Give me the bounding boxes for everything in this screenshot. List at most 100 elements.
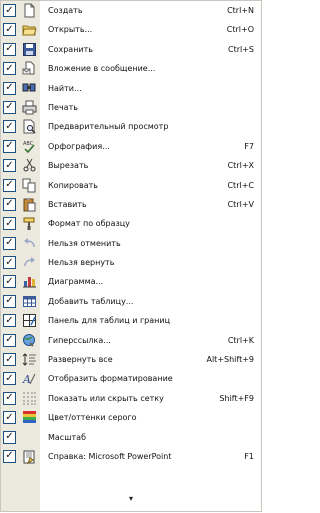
menu-item-checkbox[interactable]: ✓ — [3, 294, 16, 308]
menu-item-label: Цвет/оттенки серого — [48, 413, 137, 423]
menu-item-checkbox[interactable]: ✓ — [3, 256, 16, 270]
paste-icon — [22, 197, 37, 212]
menu-item-shortcut: F7 — [244, 141, 254, 151]
menu-item-label: Диаграмма... — [48, 277, 104, 287]
menu-item-checkbox[interactable]: ✓ — [3, 275, 16, 289]
menu-item-shortcut: Shift+F9 — [219, 393, 254, 403]
menu-item-label: Создать — [48, 6, 83, 15]
menu-item[interactable]: ✓ Диаграмма... — [1, 272, 261, 291]
menu-item[interactable]: ✓ Нельзя отменить — [1, 234, 261, 253]
tables-borders-icon — [22, 313, 37, 328]
menu-item-label: Развернуть все — [48, 355, 113, 365]
menu-item[interactable]: ✓ Создать Ctrl+N — [1, 1, 261, 20]
expand-all-icon — [22, 352, 37, 367]
menu-item-label: Орфография... — [48, 141, 110, 151]
menu-item[interactable]: ✓ Вырезать Ctrl+X — [1, 156, 261, 175]
menu-item-shortcut: Ctrl+V — [227, 199, 254, 209]
menu-item-checkbox[interactable]: ✓ — [3, 449, 16, 463]
menu-item-label: Вырезать — [48, 161, 89, 171]
menu-item-checkbox[interactable]: ✓ — [3, 391, 16, 405]
menu-item[interactable]: ✓ Вставить Ctrl+V — [1, 195, 261, 214]
menu-item-label: Нельзя вернуть — [48, 258, 115, 268]
menu-item[interactable]: ✓ Печать — [1, 98, 261, 117]
menu-item-label: Нельзя отменить — [48, 238, 121, 248]
menu-item-checkbox[interactable]: ✓ — [3, 42, 16, 56]
attach-to-email-icon — [22, 61, 37, 76]
show-formatting-icon: A — [22, 371, 37, 386]
menu-item-checkbox[interactable]: ✓ — [3, 120, 16, 134]
menu-item-shortcut: Ctrl+X — [227, 161, 254, 171]
copy-icon — [22, 178, 37, 193]
menu-item-label: Отобразить форматирование — [48, 374, 173, 384]
menu-item[interactable]: ✓ Панель для таблиц и границ — [1, 311, 261, 330]
svg-text:A: A — [22, 373, 31, 386]
menu-item[interactable]: ✓ ABC Орфография... F7 — [1, 137, 261, 156]
menu-item-label: Печать — [48, 102, 78, 112]
menu-item-checkbox[interactable]: ✓ — [3, 236, 16, 250]
menu-item-label: Масштаб — [48, 432, 87, 442]
menu-item-checkbox[interactable]: ✓ — [3, 159, 16, 173]
menu-item-label: Сохранить — [48, 44, 93, 54]
menu-item-checkbox[interactable]: ✓ — [3, 333, 16, 347]
menu-item[interactable]: ✓ Цвет/оттенки серого — [1, 408, 261, 427]
menu-item[interactable]: ✓ Вложение в сообщение... — [1, 59, 261, 78]
menu-item[interactable]: ✓ Нельзя вернуть — [1, 253, 261, 272]
menu-item-checkbox[interactable]: ✓ — [3, 139, 16, 153]
menu-item-shortcut: Ctrl+S — [227, 44, 254, 54]
menu-item-checkbox[interactable]: ✓ — [3, 62, 16, 76]
format-painter-icon — [22, 216, 37, 231]
more-items-chevron[interactable]: ▾ — [1, 494, 261, 503]
menu-item-checkbox[interactable]: ✓ — [3, 411, 16, 425]
menu-item-label: Формат по образцу — [48, 219, 130, 229]
menu-item-label: Показать или скрыть сетку — [48, 393, 164, 403]
menu-item-label: Добавить таблицу... — [48, 296, 134, 306]
color-grayscale-icon — [22, 410, 37, 425]
menu-item[interactable]: ✓ Предварительный просмотр — [1, 117, 261, 136]
menu-item-shortcut: Alt+Shift+9 — [206, 355, 254, 365]
new-document-icon — [22, 3, 37, 18]
menu-item-checkbox[interactable]: ✓ — [3, 372, 16, 386]
print-preview-icon — [22, 119, 37, 134]
menu-item[interactable]: ✓ Показать или скрыть сетку Shift+F9 — [1, 389, 261, 408]
insert-table-icon — [22, 294, 37, 309]
find-icon — [22, 81, 37, 96]
empty-icon-slot — [22, 430, 37, 445]
menu-item-checkbox[interactable]: ✓ — [3, 4, 16, 17]
help-icon — [22, 449, 37, 464]
menu-item[interactable]: ✓ Найти... — [1, 79, 261, 98]
menu-item[interactable]: ✓ Открыть... Ctrl+O — [1, 20, 261, 39]
cut-icon — [22, 158, 37, 173]
menu-item[interactable]: ✓ Гиперссылка... Ctrl+K — [1, 331, 261, 350]
hyperlink-icon — [22, 333, 37, 348]
menu-item-label: Справка: Microsoft PowerPoint — [48, 451, 172, 461]
menu-item-shortcut: Ctrl+K — [227, 335, 254, 345]
menu-item-label: Гиперссылка... — [48, 335, 111, 345]
menu-item[interactable]: ✓ Копировать Ctrl+C — [1, 176, 261, 195]
menu-item-label: Найти... — [48, 83, 82, 93]
menu-item[interactable]: ✓ Развернуть все Alt+Shift+9 — [1, 350, 261, 369]
menu-item[interactable]: ✓ Масштаб — [1, 428, 261, 447]
menu-item[interactable]: ✓ Сохранить Ctrl+S — [1, 40, 261, 59]
menu-item[interactable]: ✓ Формат по образцу — [1, 214, 261, 233]
menu-item-label: Предварительный просмотр — [48, 122, 169, 132]
menu-item[interactable]: ✓ Добавить таблицу... — [1, 292, 261, 311]
menu-item-checkbox[interactable]: ✓ — [3, 178, 16, 192]
menu-item-shortcut: Ctrl+N — [227, 6, 254, 15]
menu-item-checkbox[interactable]: ✓ — [3, 81, 16, 95]
menu-item[interactable]: ✓ Справка: Microsoft PowerPoint F1 — [1, 447, 261, 466]
menu-item-checkbox[interactable]: ✓ — [3, 353, 16, 367]
menu-item-checkbox[interactable]: ✓ — [3, 23, 16, 37]
redo-icon — [22, 255, 37, 270]
menu-item-checkbox[interactable]: ✓ — [3, 100, 16, 114]
menu-item-checkbox[interactable]: ✓ — [3, 430, 16, 444]
menu-item-shortcut: Ctrl+O — [226, 25, 254, 35]
menu-item-label: Панель для таблиц и границ — [48, 316, 171, 326]
menu-item-checkbox[interactable]: ✓ — [3, 217, 16, 231]
menu-item-checkbox[interactable]: ✓ — [3, 314, 16, 328]
menu-item-shortcut: F1 — [244, 451, 254, 461]
menu-item-checkbox[interactable]: ✓ — [3, 197, 16, 211]
menu-item-label: Открыть... — [48, 25, 93, 35]
menu-item[interactable]: ✓ A Отобразить форматирование — [1, 369, 261, 388]
menu-items: ✓ Создать Ctrl+N ✓ Открыть... Ctrl+O ✓ Сохранит… — [1, 1, 261, 466]
menu-item-label: Вложение в сообщение... — [48, 64, 156, 74]
